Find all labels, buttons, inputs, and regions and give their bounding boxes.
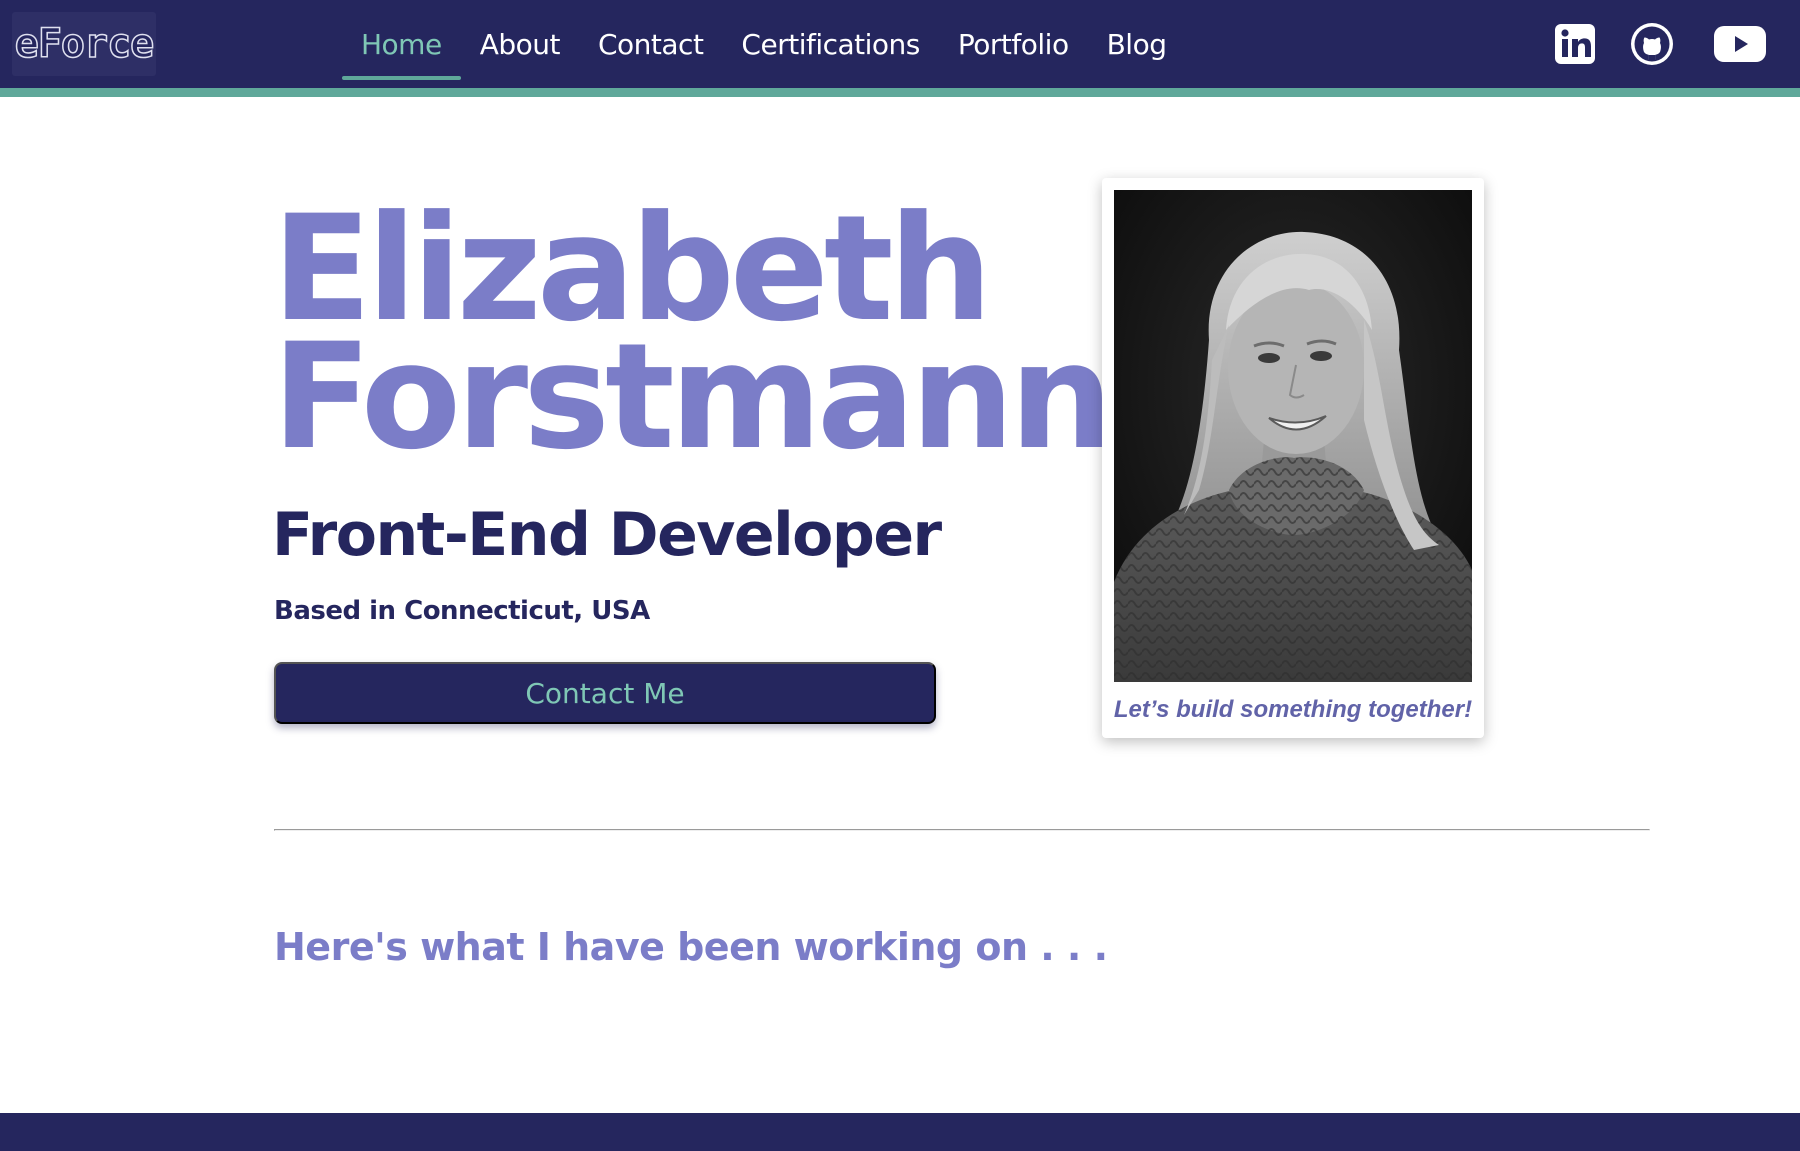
profile-photo xyxy=(1114,190,1472,682)
photo-caption: Let’s build something together! xyxy=(1113,696,1473,723)
hero-location: Based in Connecticut, USA xyxy=(274,596,650,626)
hero-name: Elizabeth Forstmann xyxy=(272,196,1113,482)
nav-link-certifications[interactable]: Certifications xyxy=(722,0,938,88)
hero-role: Front-End Developer xyxy=(272,500,942,570)
nav-link-blog[interactable]: Blog xyxy=(1088,0,1186,88)
github-icon[interactable] xyxy=(1630,0,1674,88)
section-divider xyxy=(274,829,1650,831)
section-heading: Here's what I have been working on . . . xyxy=(274,925,1108,969)
footer-bar xyxy=(0,1113,1800,1151)
hero-last-name: Forstmann xyxy=(272,312,1113,482)
linkedin-icon[interactable] xyxy=(1554,0,1596,88)
site-logo[interactable]: eForce xyxy=(12,12,156,76)
main-nav: Home About Contact Certifications Portfo… xyxy=(342,0,1185,88)
nav-link-contact[interactable]: Contact xyxy=(579,0,722,88)
nav-link-portfolio[interactable]: Portfolio xyxy=(939,0,1088,88)
contact-me-button[interactable]: Contact Me xyxy=(274,662,936,724)
nav-link-about[interactable]: About xyxy=(461,0,579,88)
profile-photo-card: Let’s build something together! xyxy=(1102,178,1484,738)
nav-accent-bar xyxy=(0,88,1800,97)
youtube-icon[interactable] xyxy=(1713,0,1767,88)
top-navbar: eForce Home About Contact Certifications… xyxy=(0,0,1800,88)
nav-link-home[interactable]: Home xyxy=(342,0,461,88)
